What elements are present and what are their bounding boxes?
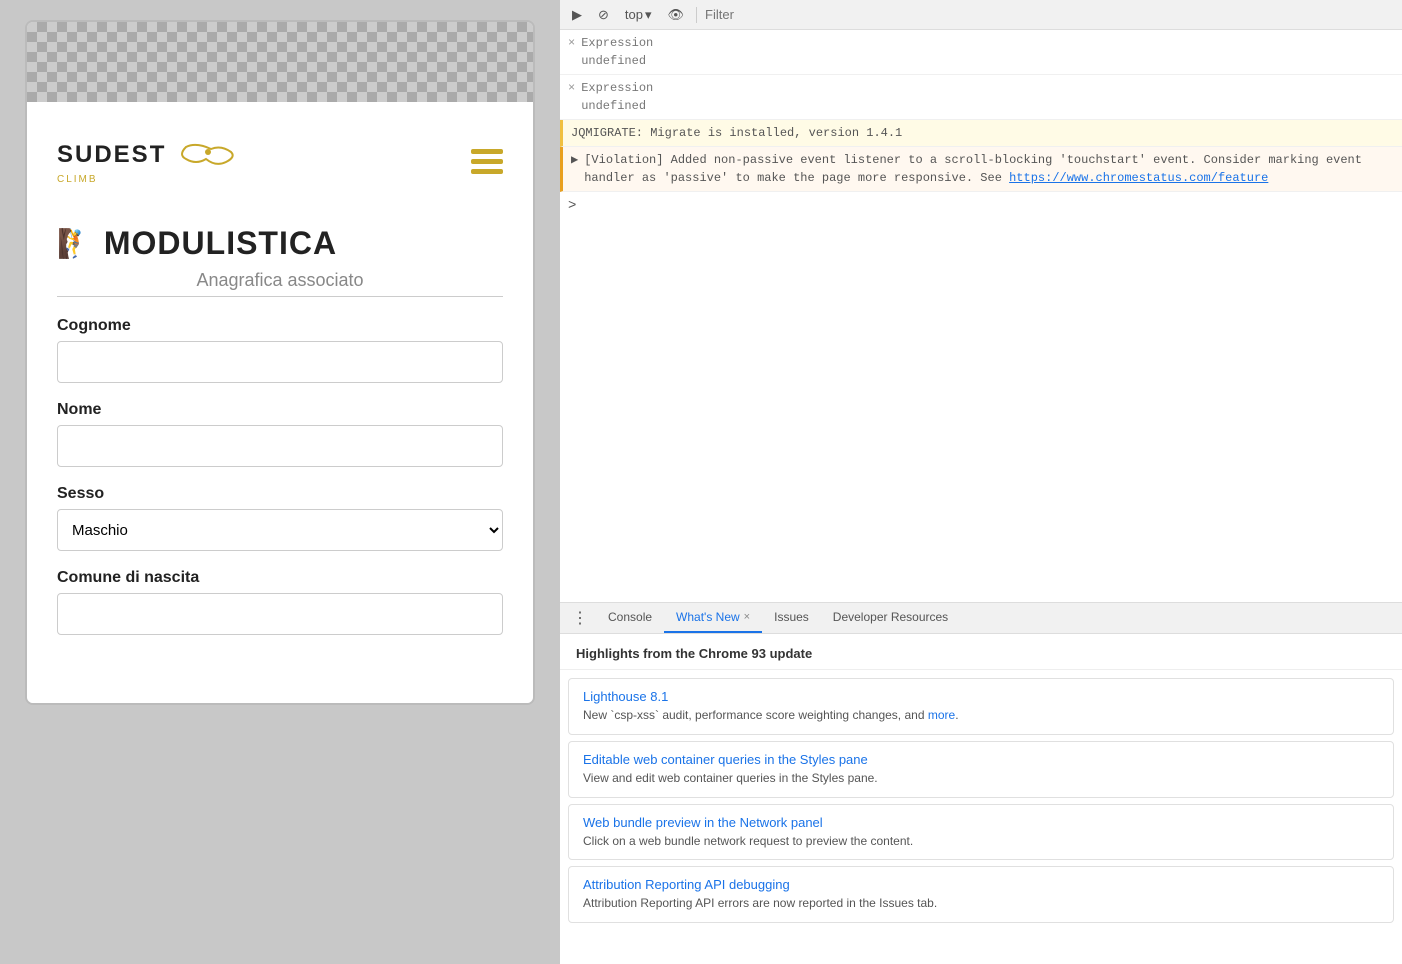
hamburger-button[interactable] [471, 149, 503, 174]
whats-new-panel: Highlights from the Chrome 93 update Lig… [560, 634, 1402, 964]
whats-new-item-title-2: Web bundle preview in the Network panel [583, 815, 1379, 830]
tab-issues[interactable]: Issues [762, 603, 821, 633]
info-text: JQMIGRATE: Migrate is installed, version… [571, 124, 902, 142]
mobile-frame: SUDEST CLIMB [25, 20, 535, 705]
mobile-header: SUDEST CLIMB [57, 122, 503, 205]
tab-more-icon[interactable]: ⋮ [564, 608, 596, 628]
form-title: MODULISTICA [104, 225, 337, 262]
whats-new-item-desc-0: New `csp-xss` audit, performance score w… [583, 707, 1379, 724]
console-entry-info: JQMIGRATE: Migrate is installed, version… [560, 120, 1402, 147]
nome-input[interactable] [57, 425, 503, 467]
tab-developer-resources[interactable]: Developer Resources [821, 603, 960, 633]
field-sesso: Sesso Maschio Femmina [57, 485, 503, 551]
record-button[interactable]: ▶ [568, 5, 586, 25]
violation-link[interactable]: https://www.chromestatus.com/feature [1009, 171, 1268, 185]
clear-icon: ⊘ [598, 7, 609, 23]
console-output: × Expression undefined × Expression unde… [560, 30, 1402, 602]
form-divider [57, 296, 503, 297]
field-sesso-label: Sesso [57, 485, 503, 503]
close-icon-2[interactable]: × [568, 79, 575, 97]
whats-new-item-2[interactable]: Web bundle preview in the Network panel … [568, 804, 1394, 861]
devtools-panel: ▶ ⊘ top ▾ 👁 × Expression undefined × E [560, 0, 1402, 964]
field-nome-label: Nome [57, 401, 503, 419]
console-entry-2: × Expression undefined [560, 75, 1402, 120]
field-nome: Nome [57, 401, 503, 467]
toolbar-separator [696, 7, 697, 23]
logo-text: SUDEST [57, 143, 166, 167]
context-label: top [625, 7, 643, 22]
hamburger-line-3 [471, 169, 503, 174]
entry-value-2: undefined [581, 97, 653, 115]
whats-new-item-title-0: Lighthouse 8.1 [583, 689, 1379, 704]
whats-new-item-title-3: Attribution Reporting API debugging [583, 877, 1379, 892]
left-panel: SUDEST CLIMB [0, 0, 560, 964]
field-comune-label: Comune di nascita [57, 569, 503, 587]
entry-value-1: undefined [581, 52, 653, 70]
logo-sub: CLIMB [57, 174, 246, 185]
eye-button[interactable]: 👁 [664, 5, 689, 25]
clear-button[interactable]: ⊘ [594, 5, 613, 25]
console-caret[interactable]: > [560, 192, 1402, 221]
checker-pattern [27, 22, 533, 102]
comune-input[interactable] [57, 593, 503, 635]
tab-whats-new[interactable]: What's New × [664, 603, 762, 633]
field-comune: Comune di nascita [57, 569, 503, 635]
record-icon: ▶ [572, 7, 582, 23]
logo-map-icon [166, 137, 246, 172]
context-dropdown[interactable]: top ▾ [621, 5, 656, 25]
form-title-area: 🧗 MODULISTICA [57, 225, 503, 262]
entry-label-2: Expression [581, 79, 653, 97]
console-entry-violation: ▶ [Violation] Added non-passive event li… [560, 147, 1402, 192]
close-icon-1[interactable]: × [568, 34, 575, 52]
field-cognome-label: Cognome [57, 317, 503, 335]
filter-input[interactable] [705, 7, 1394, 22]
whats-new-item-desc-1: View and edit web container queries in t… [583, 770, 1379, 787]
form-section: 🧗 MODULISTICA Anagrafica associato Cogno… [57, 205, 503, 673]
whats-new-item-title-1: Editable web container queries in the St… [583, 752, 1379, 767]
whats-new-items: Lighthouse 8.1 New `csp-xss` audit, perf… [560, 670, 1402, 937]
hamburger-line-2 [471, 159, 503, 164]
cognome-input[interactable] [57, 341, 503, 383]
form-icon: 🧗 [57, 227, 92, 260]
tab-close-icon[interactable]: × [744, 611, 750, 623]
logo-area: SUDEST CLIMB [57, 137, 246, 185]
form-subtitle: Anagrafica associato [57, 270, 503, 291]
eye-icon: 👁 [668, 7, 685, 23]
field-cognome: Cognome [57, 317, 503, 383]
devtools-toolbar: ▶ ⊘ top ▾ 👁 [560, 0, 1402, 30]
hamburger-line-1 [471, 149, 503, 154]
whats-new-item-0[interactable]: Lighthouse 8.1 New `csp-xss` audit, perf… [568, 678, 1394, 735]
bottom-tabs: ⋮ Console What's New × Issues Developer … [560, 602, 1402, 634]
whats-new-item-1[interactable]: Editable web container queries in the St… [568, 741, 1394, 798]
console-entry-1: × Expression undefined [560, 30, 1402, 75]
violation-text: [Violation] Added non-passive event list… [584, 151, 1394, 187]
highlight-more: more [928, 708, 955, 722]
tab-console[interactable]: Console [596, 603, 664, 633]
whats-new-item-desc-2: Click on a web bundle network request to… [583, 833, 1379, 850]
violation-expand-icon[interactable]: ▶ [571, 151, 578, 169]
whats-new-item-3[interactable]: Attribution Reporting API debugging Attr… [568, 866, 1394, 923]
dropdown-arrow-icon: ▾ [645, 7, 652, 23]
mobile-content: SUDEST CLIMB [27, 102, 533, 703]
sesso-select[interactable]: Maschio Femmina [57, 509, 503, 551]
whats-new-item-desc-3: Attribution Reporting API errors are now… [583, 895, 1379, 912]
entry-label-1: Expression [581, 34, 653, 52]
whats-new-header: Highlights from the Chrome 93 update [560, 634, 1402, 670]
